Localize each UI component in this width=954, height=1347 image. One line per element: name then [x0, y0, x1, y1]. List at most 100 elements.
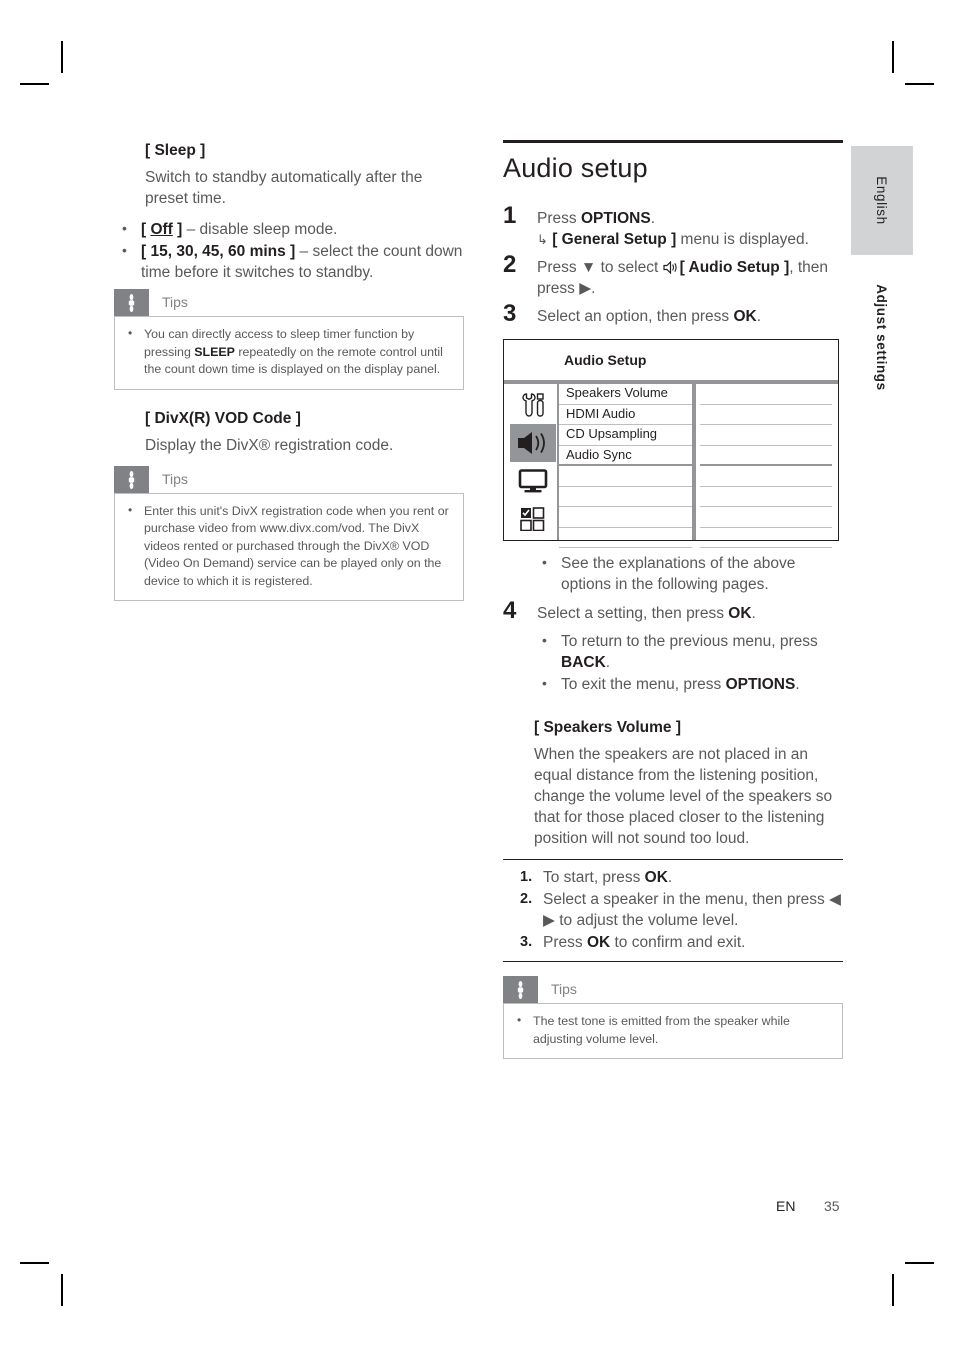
procedure-number: 1. — [520, 869, 533, 885]
page-title: Audio setup — [503, 153, 648, 183]
procedure-bold: OK — [586, 934, 611, 951]
step-3: 3 Select an option, then press OK. — [503, 302, 843, 327]
crop-mark-bottom-right-horizontal — [905, 1262, 934, 1264]
step-text-post: . — [650, 210, 656, 227]
speakers-volume-procedure: 1. To start, press OK. 2. Select a speaker… — [503, 859, 843, 962]
row-rule-right — [700, 547, 832, 548]
tips-list: Enter this unit's DivX registration code… — [125, 502, 451, 591]
audio-setup-menu-screenshot: Audio Setup Speakers Volume HDMI Audio C… — [503, 339, 839, 548]
table-row[interactable]: HDMI Audio — [559, 405, 838, 425]
bullet-pre: To return to the previous menu, press — [561, 633, 818, 650]
osd-title: Audio Setup — [564, 352, 647, 368]
speakers-volume-heading: [ Speakers Volume ] — [534, 719, 682, 736]
list-item: 1. To start, press OK. — [503, 867, 843, 888]
monitor-icon[interactable] — [510, 462, 556, 500]
tip-text-bold: SLEEP — [194, 344, 235, 359]
step-2: 2 Press ▼ to select [ Audio Setup ], the… — [503, 253, 843, 299]
crop-mark-bottom-left-horizontal — [20, 1262, 49, 1264]
list-item: 2. Select a speaker in the menu, then pre… — [503, 889, 843, 931]
tips-label: Tips — [162, 470, 188, 487]
crop-mark-top-left-horizontal — [20, 83, 49, 85]
chapter-tab-label: Adjust settings — [874, 284, 890, 391]
sleep-section: [ Sleep ] Switch to standby automaticall… — [114, 140, 464, 390]
section-rule — [503, 140, 843, 143]
tips-label: Tips — [162, 294, 188, 310]
crop-mark-top-left-vertical — [61, 41, 63, 73]
crop-mark-top-right-vertical — [892, 41, 894, 73]
table-row[interactable]: CD Upsampling — [559, 425, 838, 446]
tips-label: Tips — [551, 981, 577, 997]
tips-body: The test tone is emitted from the speake… — [503, 1003, 843, 1059]
step-text: Select a setting, then press OK. — [537, 603, 843, 624]
language-tab-label: English — [874, 176, 890, 225]
crop-mark-top-right-horizontal — [905, 83, 934, 85]
table-row[interactable]: Speakers Volume — [559, 384, 838, 405]
step-text-bold: OK — [733, 308, 757, 325]
tips-header: Tips — [114, 465, 464, 493]
preference-grid-icon[interactable] — [510, 500, 556, 538]
list-item: See the explanations of the above option… — [534, 552, 843, 595]
divx-heading: [ DivX(R) VOD Code ] — [145, 409, 301, 427]
speaker-icon[interactable] — [510, 424, 556, 462]
tips-box-speakers-volume: Tips The test tone is emitted from the s… — [503, 976, 843, 1059]
procedure-pre: Press — [543, 934, 587, 951]
procedure-number: 2. — [520, 891, 533, 907]
chapter-tab: Adjust settings — [851, 270, 913, 405]
step-text-pre: Select a setting, then press — [537, 605, 729, 622]
step-text-bold: OK — [728, 605, 752, 622]
list-item: To return to the previous menu, press BA… — [534, 630, 843, 673]
sleep-option-1-post: ] — [285, 243, 296, 260]
row-rule-left — [559, 547, 692, 548]
table-row — [559, 507, 838, 528]
procedure-post: . — [667, 869, 673, 886]
crop-mark-bottom-left-vertical — [61, 1274, 63, 1306]
divx-body: Display the DivX® registration code. — [145, 436, 394, 454]
step-text-pre: Press ▼ to select — [537, 259, 663, 276]
step-text-bold: [ Audio Setup ] — [679, 259, 790, 276]
bullet-bold: BACK — [561, 654, 606, 671]
tips-list: The test tone is emitted from the speake… — [514, 1012, 830, 1048]
speakers-volume-body: When the speakers are not placed in an e… — [534, 746, 833, 847]
list-item: Enter this unit's DivX registration code… — [125, 502, 451, 591]
divx-section: [ DivX(R) VOD Code ] Display the DivX® r… — [114, 408, 464, 601]
step-number: 1 — [503, 202, 517, 229]
result-arrow-icon: ↳ — [537, 232, 548, 247]
tips-body: You can directly access to sleep timer f… — [114, 316, 464, 390]
tips-asterisk-icon — [114, 289, 149, 316]
bullet-bold: OPTIONS — [725, 676, 796, 693]
step-text-post: . — [751, 605, 756, 622]
osd-icon-column — [510, 386, 556, 538]
table-row — [559, 528, 838, 548]
sleep-heading: [ Sleep ] — [145, 142, 206, 159]
sleep-option-0-post: ] — [172, 221, 183, 238]
speakers-volume-section: [ Speakers Volume ] When the speakers ar… — [503, 717, 843, 1059]
osd-option-rows: Speakers Volume HDMI Audio CD Upsampling… — [559, 384, 838, 548]
list-item: You can directly access to sleep timer f… — [125, 325, 451, 379]
tips-list: You can directly access to sleep timer f… — [125, 325, 451, 379]
step-text-pre: Press — [537, 210, 581, 227]
step-number: 2 — [503, 251, 517, 278]
list-item: [ Off ] – disable sleep mode. — [114, 218, 464, 240]
left-text-column: [ Sleep ] Switch to standby automaticall… — [114, 140, 464, 615]
osd-row-label: CD Upsampling — [566, 426, 658, 441]
step-number: 4 — [503, 597, 517, 624]
step-text-post: . — [756, 308, 762, 325]
step-4-bullets: To return to the previous menu, press BA… — [534, 630, 843, 695]
procedure-number: 3. — [520, 934, 533, 950]
osd-row-label: HDMI Audio — [566, 405, 636, 421]
list-item: [ 15, 30, 45, 60 mins ] – select the cou… — [114, 240, 464, 283]
crop-mark-bottom-right-vertical — [892, 1274, 894, 1306]
step-text-pre: Select an option, then press — [537, 308, 734, 325]
procedure-pre: To start, press — [543, 869, 645, 886]
tools-icon[interactable] — [510, 386, 556, 424]
step-4: 4 Select a setting, then press OK. — [503, 599, 843, 624]
procedure-pre: Select a speaker in the menu, then press… — [543, 891, 841, 929]
list-item: 3. Press OK to confirm and exit. — [503, 932, 843, 953]
tips-asterisk-icon — [114, 465, 149, 493]
osd-row-label: Speakers Volume — [566, 385, 668, 400]
list-item: To exit the menu, press OPTIONS. — [534, 673, 843, 695]
footer-language-code: EN — [776, 1198, 796, 1214]
step-text-bold: OPTIONS — [580, 210, 651, 227]
step-text: Select an option, then press OK. — [537, 306, 843, 327]
table-row[interactable]: Audio Sync — [559, 446, 838, 466]
